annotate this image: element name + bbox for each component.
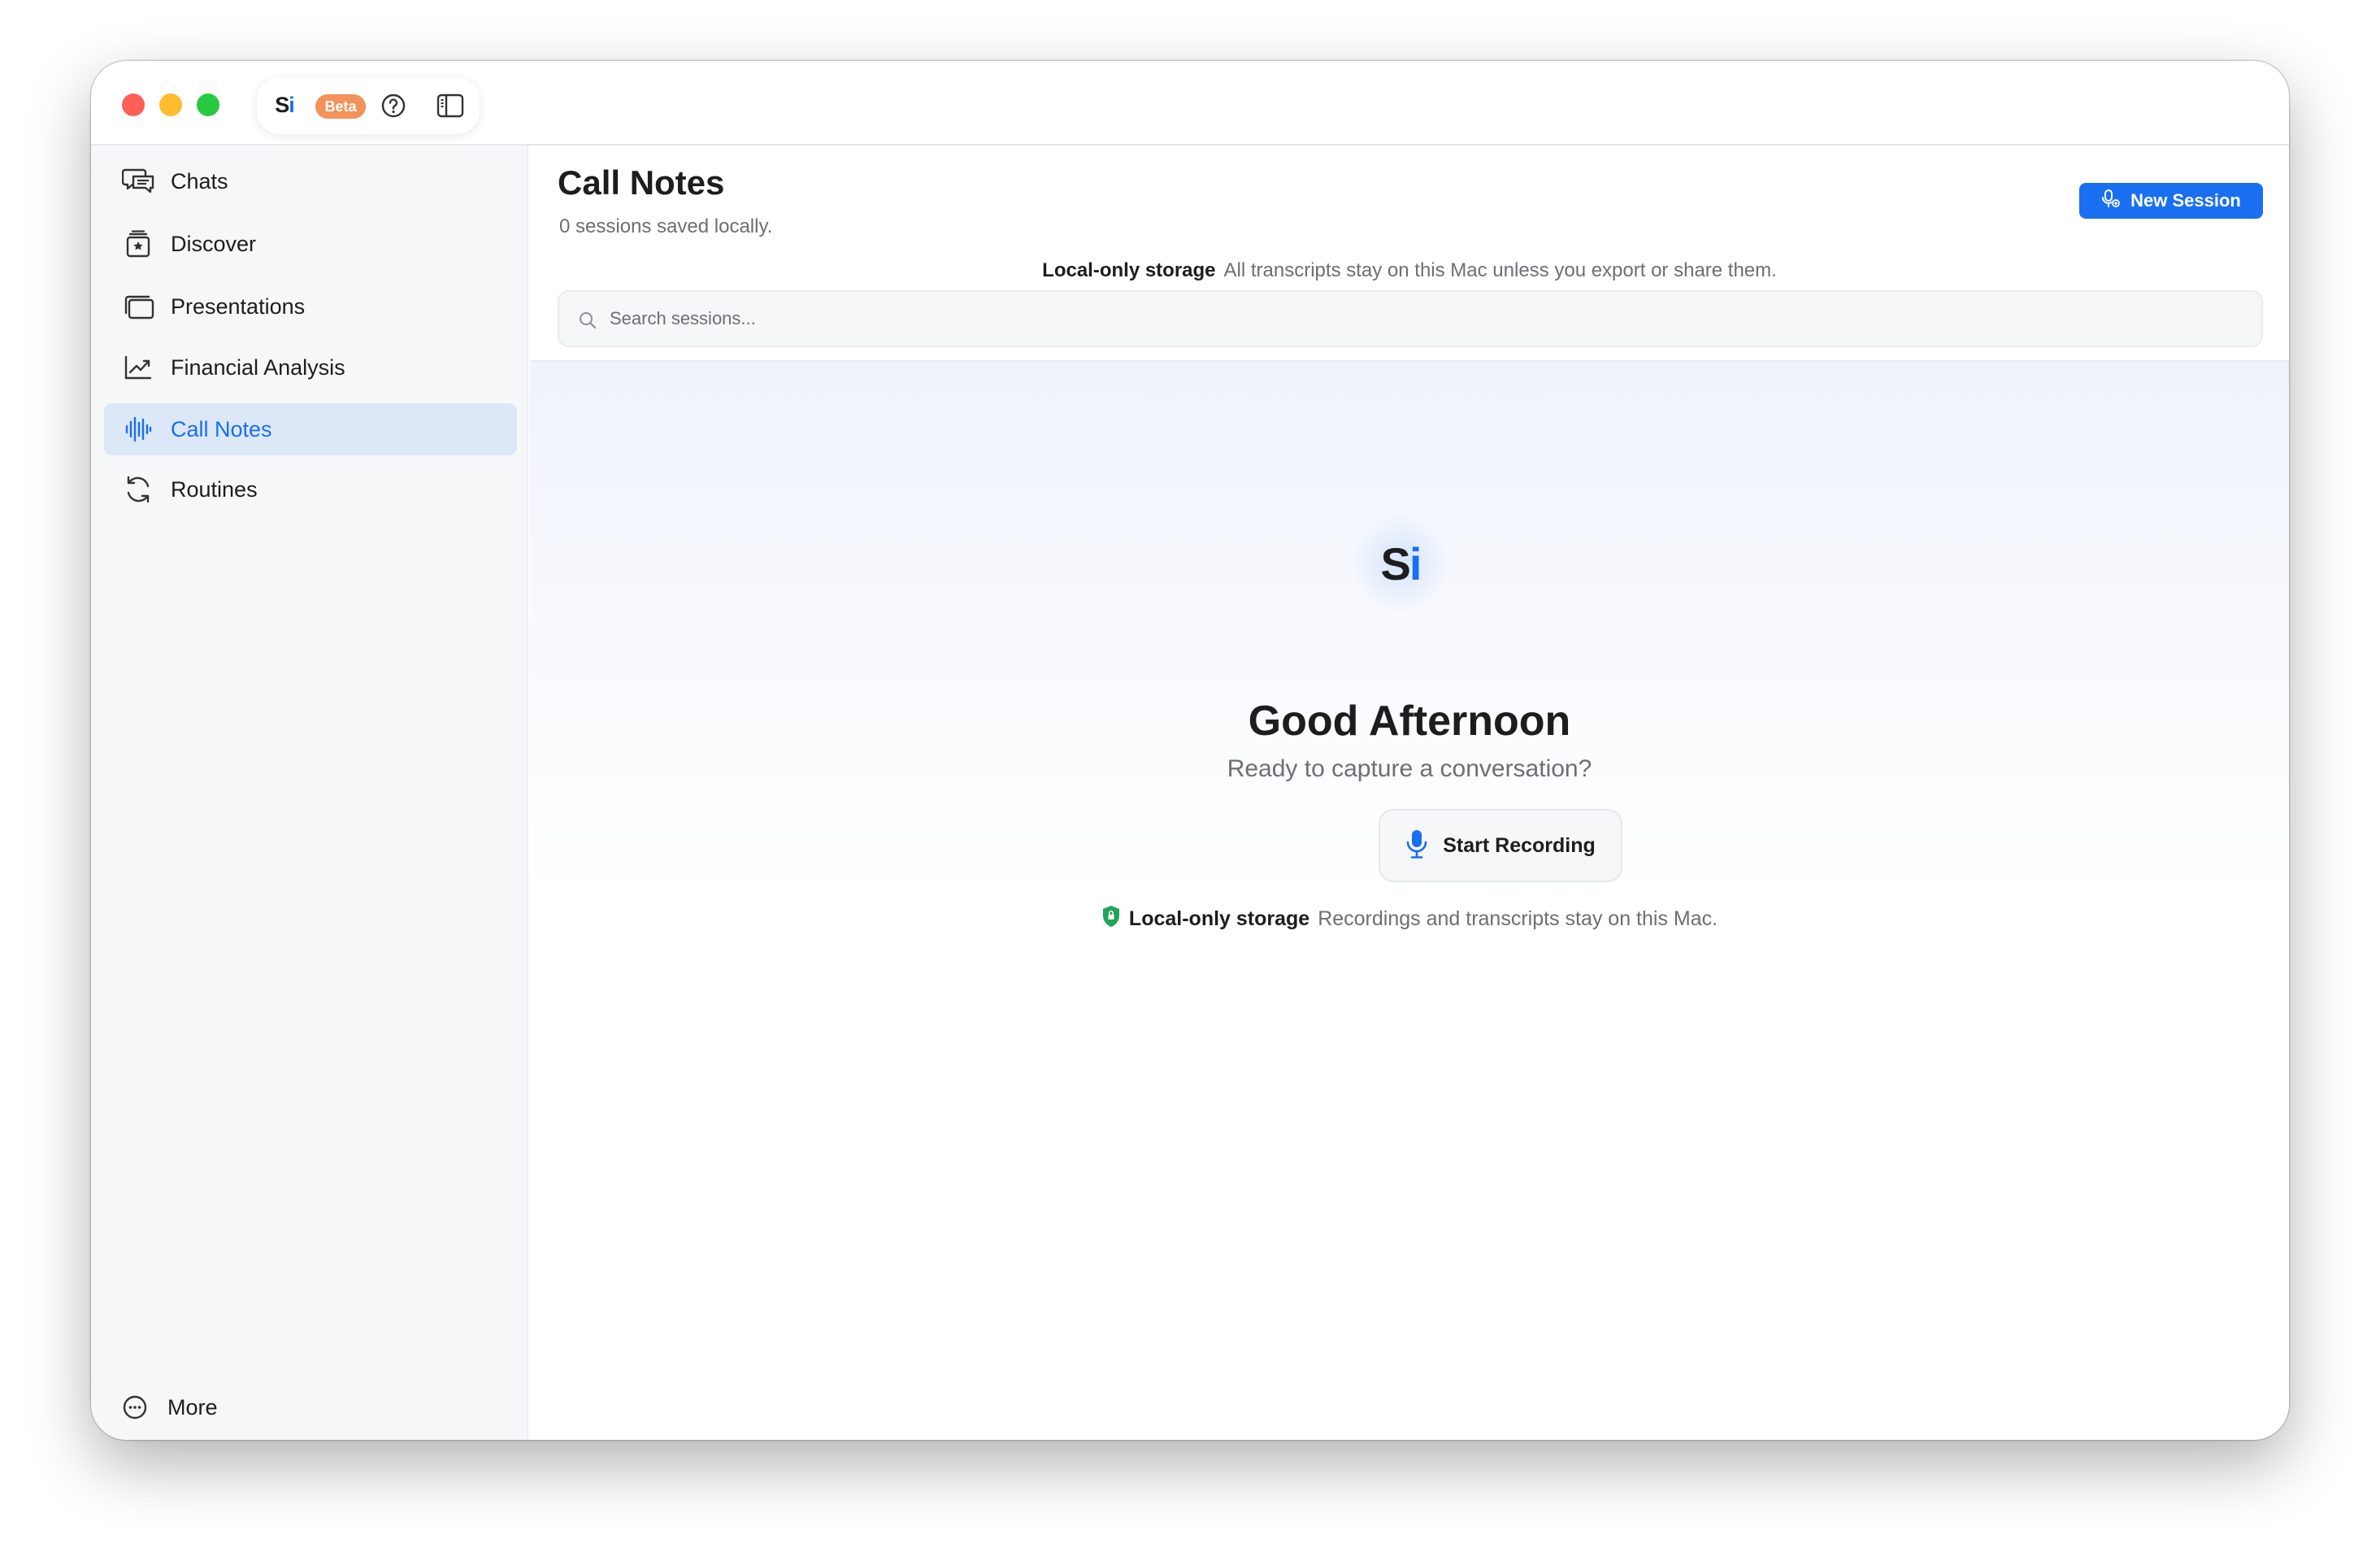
storage-info: Local-only storage All transcripts stay o… [530,259,2289,282]
greeting-subtitle: Ready to capture a conversation? [1227,755,1592,782]
start-recording-label: Start Recording [1443,833,1596,857]
sidebar-item-label: Presentations [171,294,306,319]
search-icon [577,310,598,331]
sidebar-item-label: Chats [171,168,228,193]
hero-logo: Si [1352,515,1449,612]
new-session-button[interactable]: New Session [2079,183,2263,219]
sidebar-item-call-notes[interactable]: Call Notes [104,403,517,455]
sidebar-item-label: Routines [171,476,258,502]
logo-letter-i: i [289,92,294,117]
sidebar-item-financial-analysis[interactable]: Financial Analysis [104,341,517,394]
page-title: Call Notes [558,163,725,202]
sidebar-toggle-icon[interactable] [436,91,465,120]
hero-logo-i: i [1409,537,1422,589]
discover-icon [122,228,154,260]
chart-line-icon [122,351,154,384]
new-session-label: New Session [2130,190,2241,211]
presentations-icon [122,290,154,323]
shield-icon [1101,905,1121,933]
chat-bubbles-icon [122,165,154,198]
more-icon [120,1393,150,1422]
app-logo: Si [268,89,301,121]
sidebar-item-label: Call Notes [171,416,272,441]
sidebar-item-label: More [167,1394,218,1420]
call-notes-empty-state: Si Good Afternoon Ready to capture a con… [530,360,2289,1440]
sidebar: Chats Discover Presentations Financial A… [91,146,528,1440]
local-storage-note: Local-only storage Recordings and transc… [530,905,2289,933]
search-input[interactable] [610,292,2245,346]
sessions-count: 0 sessions saved locally. [559,215,773,237]
sidebar-item-label: Financial Analysis [171,354,345,380]
app-window: Si Beta Chats Discover Presentations Fin… [91,61,2289,1440]
minimize-window-button[interactable] [159,93,182,116]
logo-letter-s: S [275,92,289,117]
main-panel: Call Notes 0 sessions saved locally. New… [530,146,2289,1440]
titlebar-toolbar: Si Beta [257,77,480,134]
waveform-icon [122,413,154,446]
storage-description: All transcripts stay on this Mac unless … [1223,259,1777,281]
sidebar-item-chats[interactable]: Chats [104,155,517,207]
refresh-icon [122,473,154,506]
close-window-button[interactable] [122,93,145,116]
microphone-icon [1405,828,1428,863]
zoom-window-button[interactable] [197,93,219,116]
sidebar-item-label: Discover [171,231,257,256]
sidebar-item-discover[interactable]: Discover [104,218,517,270]
local-storage-description: Recordings and transcripts stay on this … [1318,907,1718,930]
greeting-title: Good Afternoon [1248,698,1571,745]
hero-logo-s: S [1380,537,1411,589]
sidebar-item-presentations[interactable]: Presentations [104,280,517,333]
storage-title: Local-only storage [1042,259,1216,281]
beta-badge: Beta [315,94,366,119]
sidebar-item-more[interactable]: More [104,1383,517,1432]
sidebar-item-routines[interactable]: Routines [104,463,517,515]
help-icon[interactable] [379,91,408,120]
microphone-icon [2101,189,2121,213]
local-storage-title: Local-only storage [1128,907,1310,930]
start-recording-button[interactable]: Start Recording [1379,809,1622,882]
titlebar: Si Beta [91,61,2289,146]
search-bar [558,290,2263,347]
